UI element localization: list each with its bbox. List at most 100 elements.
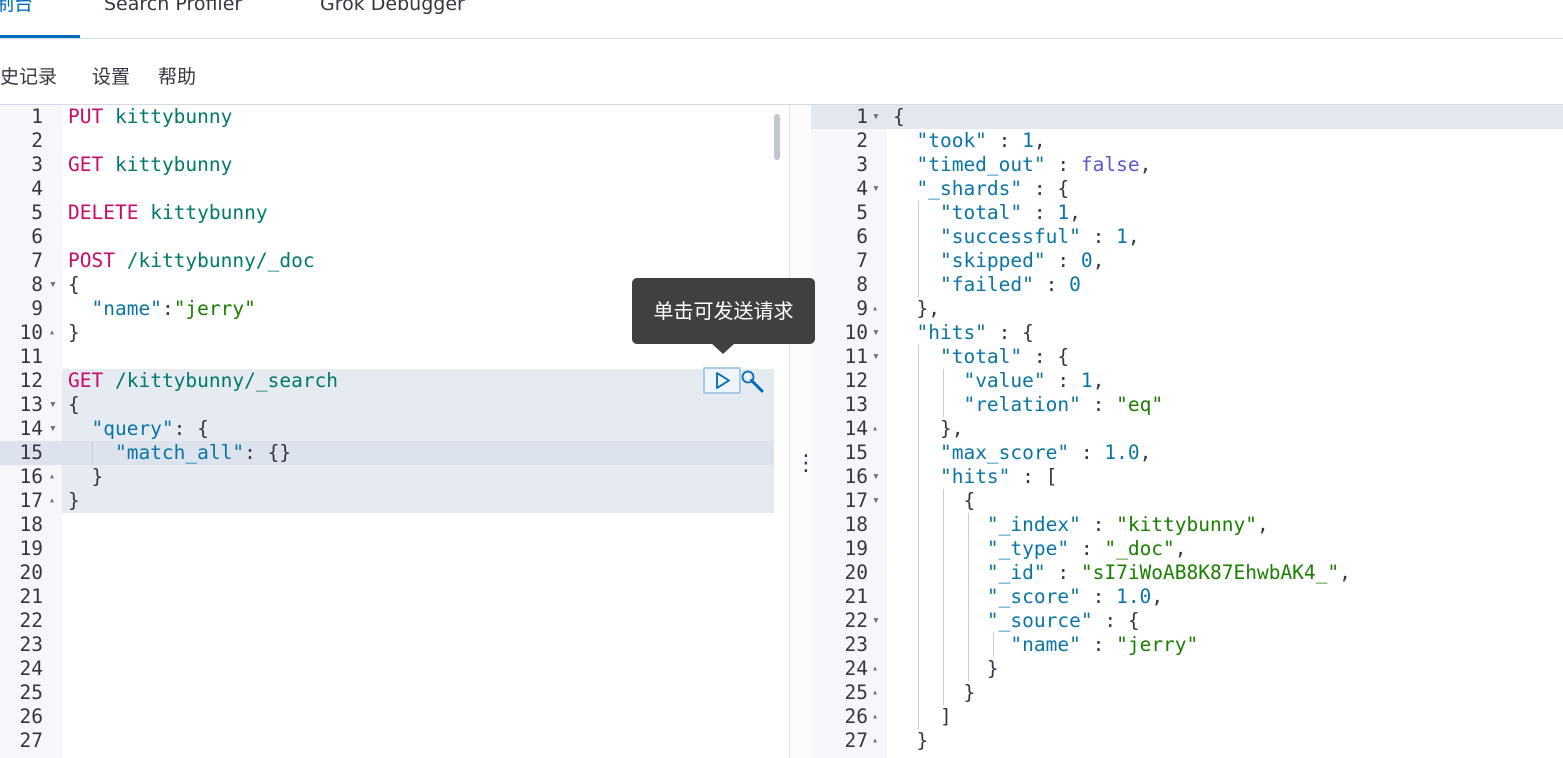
fold-open-icon[interactable]: ▾ [49, 393, 57, 417]
code-token: }, [893, 297, 940, 320]
line-number: 6 [856, 225, 868, 248]
code-token: "jerry" [173, 297, 256, 320]
code-token: : [1080, 585, 1117, 608]
request-options-button[interactable] [740, 369, 766, 395]
code-line[interactable]: "total" : { [893, 345, 1069, 369]
code-line[interactable]: "max_score" : 1.0, [893, 441, 1151, 465]
code-token: , [1033, 129, 1046, 152]
fold-open-icon[interactable]: ▾ [872, 609, 880, 633]
code-line[interactable]: "name":"jerry" [68, 297, 256, 321]
code-line[interactable]: "hits" : { [893, 321, 1033, 345]
drag-handle-icon[interactable]: ⋮ [795, 453, 817, 475]
pane-splitter[interactable]: ⋮ [789, 105, 817, 758]
code-line[interactable]: "match_all": {} [68, 441, 291, 465]
code-line[interactable]: GET kittybunny [68, 153, 232, 177]
code-token: : [1045, 249, 1081, 272]
code-line[interactable]: "failed" : 0 [893, 273, 1081, 297]
code-line[interactable]: "successful" : 1, [893, 225, 1140, 249]
code-line[interactable]: "timed_out" : false, [893, 153, 1151, 177]
send-request-button[interactable] [703, 367, 741, 394]
menu-settings[interactable]: 设置 [92, 65, 130, 89]
fold-open-icon[interactable]: ▾ [872, 465, 880, 489]
code-line[interactable]: PUT kittybunny [68, 105, 232, 129]
tab-grok-debugger[interactable]: Grok Debugger [320, 0, 465, 26]
line-number: 21 [844, 585, 868, 608]
code-line[interactable]: } [68, 465, 103, 489]
fold-open-icon[interactable]: ▾ [872, 105, 880, 129]
code-token: "_source" [986, 609, 1093, 632]
response-editor[interactable]: 1 ▾{2 "took" : 1, 3 "timed_out" : false, 4 ▾… [811, 105, 1563, 758]
code-token: "failed" [939, 273, 1034, 296]
code-token: : [1033, 273, 1070, 296]
fold-open-icon[interactable]: ▾ [872, 345, 880, 369]
fold-close-icon[interactable]: ▴ [49, 321, 55, 345]
code-line[interactable]: { [68, 273, 80, 297]
fold-close-icon[interactable]: ▴ [872, 417, 878, 441]
code-line[interactable]: }, [893, 297, 940, 321]
request-editor[interactable]: 1 PUT kittybunny 2 3 GET kittybunny 4 5 DELETE … [0, 105, 789, 758]
fold-close-icon[interactable]: ▴ [872, 729, 878, 753]
code-line[interactable]: "took" : 1, [893, 129, 1046, 153]
code-line[interactable]: "skipped" : 0, [893, 249, 1104, 273]
menu-history[interactable]: 历史记录 [0, 65, 57, 89]
code-line[interactable]: { [68, 393, 80, 417]
line-number: 1 [31, 105, 43, 128]
line-number: 1 [856, 105, 868, 128]
code-token: : [1045, 153, 1081, 176]
code-token: "timed_out" [916, 153, 1046, 176]
code-line[interactable]: "total" : 1, [893, 201, 1081, 225]
fold-close-icon[interactable]: ▴ [872, 297, 878, 321]
fold-open-icon[interactable]: ▾ [872, 321, 880, 345]
play-icon [716, 372, 730, 389]
code-line[interactable]: { [893, 489, 975, 513]
line-number: 17 [19, 489, 43, 512]
code-token: , [1339, 561, 1351, 584]
code-line[interactable]: { [893, 105, 905, 129]
code-token: : [1045, 561, 1081, 584]
code-line[interactable]: "_source" : { [893, 609, 1140, 633]
code-line[interactable]: GET /kittybunny/_search [68, 369, 338, 393]
code-line[interactable]: }, [893, 417, 964, 441]
code-line[interactable]: } [893, 657, 999, 681]
code-line[interactable]: "relation" : "eq" [893, 393, 1163, 417]
tab-console[interactable]: 控制台 [0, 0, 33, 26]
code-line[interactable]: "name" : "jerry" [893, 633, 1198, 657]
code-line[interactable]: } [68, 489, 80, 513]
code-line[interactable]: "hits" : [ [893, 465, 1057, 489]
code-line[interactable]: "_score" : 1.0, [893, 585, 1163, 609]
fold-open-icon[interactable]: ▾ [49, 273, 57, 297]
request-scrollbar[interactable] [774, 114, 780, 160]
code-token: , [1139, 153, 1152, 176]
fold-open-icon[interactable]: ▾ [872, 489, 880, 513]
fold-close-icon[interactable]: ▴ [872, 657, 878, 681]
code-line[interactable]: } [893, 681, 975, 705]
fold-close-icon[interactable]: ▴ [49, 489, 55, 513]
app-tabs: 控制台 Search Profiler Grok Debugger [0, 0, 1563, 39]
code-line[interactable]: "query": { [68, 417, 208, 441]
fold-close-icon[interactable]: ▴ [49, 465, 55, 489]
code-token: , [1139, 441, 1152, 464]
code-token: "max_score" [939, 441, 1070, 464]
code-line[interactable]: "_type" : "_doc", [893, 537, 1187, 561]
code-line[interactable]: DELETE kittybunny [68, 201, 268, 225]
code-line[interactable]: ] [893, 705, 952, 729]
tab-search-profiler[interactable]: Search Profiler [104, 0, 242, 26]
fold-open-icon[interactable]: ▾ [872, 177, 880, 201]
code-line[interactable]: } [68, 321, 80, 345]
code-line[interactable]: } [893, 729, 928, 753]
line-number: 5 [856, 201, 868, 224]
fold-close-icon[interactable]: ▴ [872, 681, 878, 705]
fold-close-icon[interactable]: ▴ [872, 705, 878, 729]
code-line[interactable]: "_index" : "kittybunny", [893, 513, 1269, 537]
line-number: 19 [19, 537, 43, 560]
code-line[interactable]: "_shards" : { [893, 177, 1069, 201]
code-token: "name" [91, 297, 162, 320]
fold-open-icon[interactable]: ▾ [49, 417, 57, 441]
code-token: kittybunny [114, 153, 233, 176]
code-line[interactable]: "_id" : "sI7iWoAB8K87EhwbAK4_", [893, 561, 1351, 585]
code-line[interactable]: POST /kittybunny/_doc [68, 249, 315, 273]
code-line[interactable]: "value" : 1, [893, 369, 1104, 393]
line-number: 3 [856, 153, 868, 176]
menu-help[interactable]: 帮助 [158, 65, 196, 89]
